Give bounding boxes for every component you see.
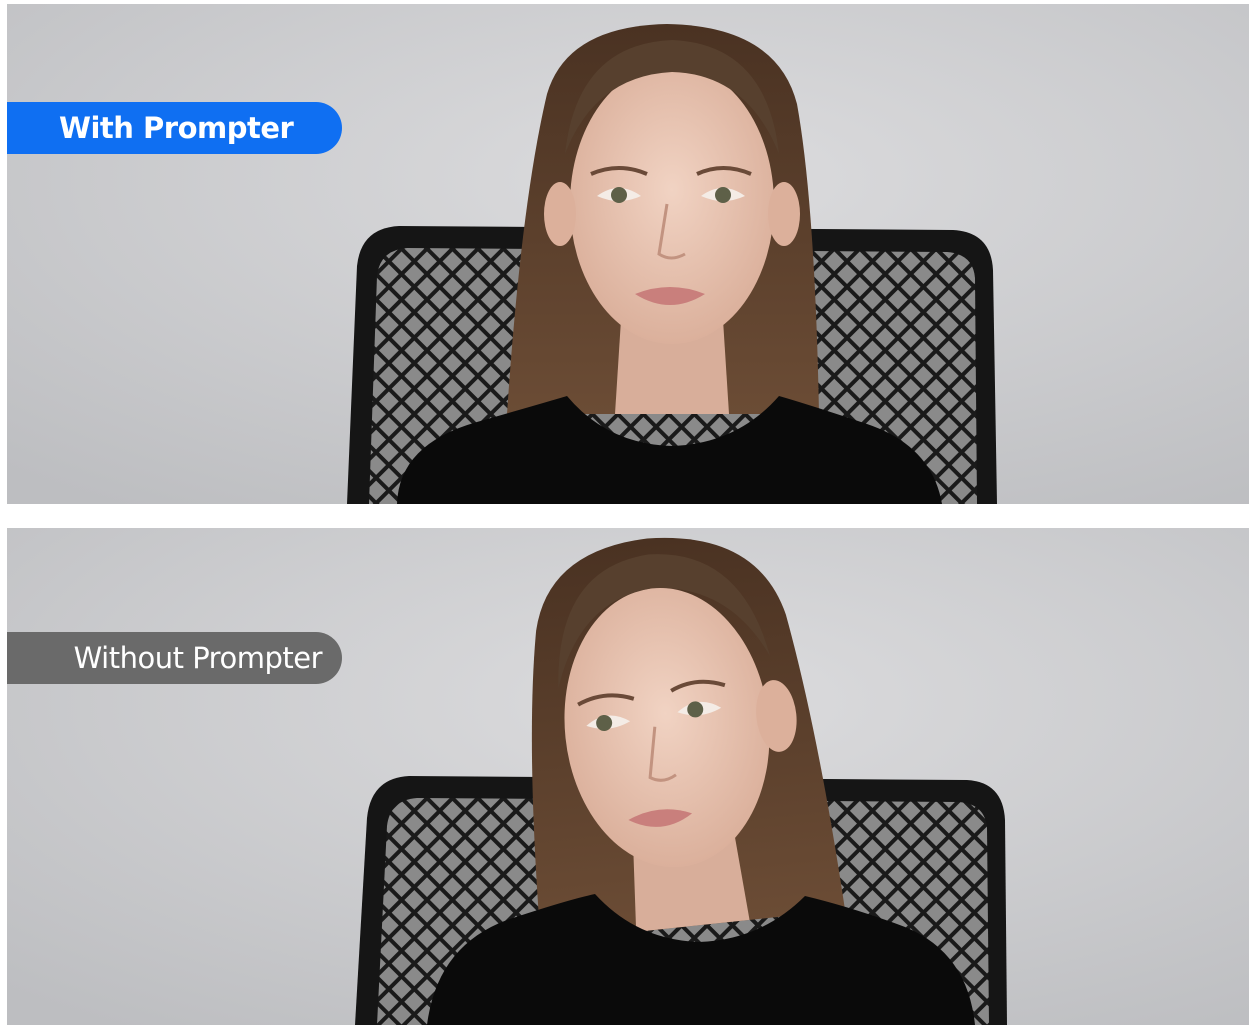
with-prompter-panel: With Prompter — [7, 4, 1249, 504]
without-prompter-photo — [7, 528, 1249, 1025]
without-prompter-panel: Without Prompter — [7, 528, 1249, 1025]
with-prompter-photo — [7, 4, 1249, 504]
with-prompter-badge: With Prompter — [7, 102, 342, 154]
without-prompter-badge: Without Prompter — [7, 632, 342, 684]
without-prompter-label: Without Prompter — [73, 641, 323, 675]
with-prompter-label: With Prompter — [59, 111, 294, 145]
